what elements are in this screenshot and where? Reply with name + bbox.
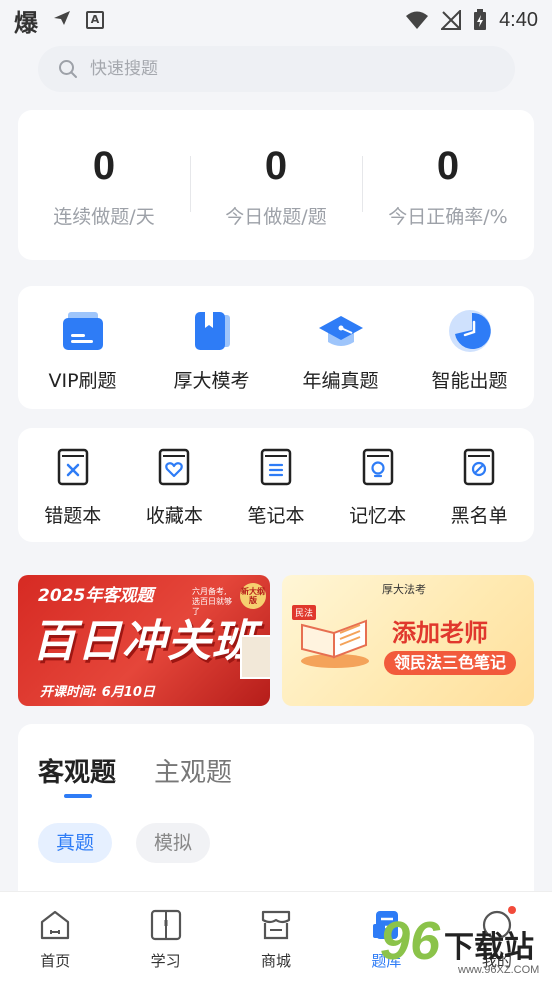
wifi-icon — [406, 11, 429, 29]
tool-label: 错题本 — [44, 505, 102, 527]
feature-smart-questions[interactable]: 智能出题 — [405, 286, 534, 409]
bottom-nav: 首页 学习 商城 题库 我的 — [0, 891, 552, 983]
banner-tagline: 六月备考, 选百日就够了 — [192, 587, 232, 616]
send-icon — [52, 9, 72, 32]
feature-label: 智能出题 — [431, 370, 508, 392]
features-card: VIP刷题 厚大模考 年编真题 智能出题 — [18, 286, 534, 409]
font-notification-icon: A — [86, 11, 104, 29]
banner-brand: 厚大法考 — [382, 583, 426, 596]
battery-charging-icon — [474, 9, 487, 30]
tools-card: 错题本 收藏本 笔记本 记忆本 黑名单 — [18, 428, 534, 542]
banner-title: 添加老师 — [392, 619, 488, 647]
feature-label: 厚大模考 — [173, 370, 250, 392]
stat-streak-days: 0 连续做题/天 — [18, 142, 190, 229]
search-bar[interactable] — [38, 46, 515, 92]
tool-label: 笔记本 — [247, 505, 305, 527]
question-type-tabs: 客观题 主观题 — [38, 752, 232, 789]
book-image — [240, 635, 270, 679]
nav-study[interactable]: 学习 — [110, 892, 220, 983]
question-bank-icon — [373, 911, 399, 939]
tab-objective[interactable]: 客观题 — [38, 752, 116, 789]
stat-value: 0 — [436, 143, 460, 188]
notification-dot — [507, 906, 516, 914]
filter-real-exam[interactable]: 真题 — [38, 823, 113, 863]
search-input[interactable] — [90, 59, 470, 79]
banner-badge: 民法 — [292, 605, 317, 620]
tab-indicator — [64, 794, 92, 798]
block-book-icon — [463, 448, 495, 486]
search-icon — [59, 60, 77, 78]
feature-vip-practice[interactable]: VIP刷题 — [18, 286, 147, 409]
nav-label: 首页 — [40, 952, 71, 970]
tab-subjective[interactable]: 主观题 — [154, 752, 232, 789]
nav-profile[interactable]: 我的 — [442, 892, 552, 983]
tool-label: 记忆本 — [349, 505, 407, 527]
pie-chart-icon — [448, 310, 491, 352]
tool-notes[interactable]: 笔记本 — [225, 428, 327, 542]
clock: 4:40 — [499, 8, 538, 31]
status-bar: 爆 A 4:40 — [0, 0, 552, 40]
filter-simulation[interactable]: 模拟 — [136, 823, 211, 863]
nav-question-bank[interactable]: 题库 — [331, 892, 441, 983]
nav-shop[interactable]: 商城 — [221, 892, 331, 983]
bookmark-book-icon — [194, 312, 230, 350]
stat-label: 连续做题/天 — [53, 205, 155, 228]
nav-home[interactable]: 首页 — [0, 892, 110, 983]
stat-value: 0 — [92, 143, 116, 188]
banner-year: 2025年客观题 — [38, 586, 154, 606]
feature-mock-exam[interactable]: 厚大模考 — [147, 286, 276, 409]
vip-card-icon — [62, 312, 103, 350]
tool-wrong-questions[interactable]: 错题本 — [22, 428, 124, 542]
stat-accuracy: 0 今日正确率/% — [362, 142, 534, 229]
stat-label: 今日正确率/% — [388, 205, 508, 228]
banner-hundred-day-course[interactable]: 2025年客观题 百日冲关班 开课时间: 6月10日 六月备考, 选百日就够了 … — [18, 575, 270, 706]
home-icon — [41, 910, 70, 940]
graduation-cap-icon — [318, 316, 363, 346]
stat-label: 今日做题/题 — [225, 205, 327, 228]
no-signal-icon — [441, 10, 462, 30]
shop-icon — [261, 910, 291, 940]
nav-label: 商城 — [261, 952, 292, 970]
banner-add-teacher[interactable]: 民法 厚大法考 添加老师 领民法三色笔记 — [282, 575, 534, 706]
banner-date: 开课时间: 6月10日 — [40, 685, 155, 700]
nav-label: 我的 — [481, 952, 512, 970]
nav-label: 学习 — [150, 952, 181, 970]
tool-label: 黑名单 — [450, 505, 508, 527]
tool-blacklist[interactable]: 黑名单 — [428, 428, 530, 542]
tool-label: 收藏本 — [145, 505, 203, 527]
stat-today-count: 0 今日做题/题 — [190, 142, 362, 229]
bulb-book-icon — [362, 448, 393, 486]
tool-favorites[interactable]: 收藏本 — [124, 428, 226, 542]
stat-value: 0 — [264, 143, 288, 188]
heart-book-icon — [159, 448, 190, 486]
feature-label: 年编真题 — [302, 370, 379, 392]
feature-yearly-exams[interactable]: 年编真题 — [276, 286, 405, 409]
banner-subtitle: 领民法三色笔记 — [384, 651, 517, 675]
wrong-book-icon — [57, 448, 89, 486]
book-icon — [150, 909, 181, 941]
nav-label: 题库 — [371, 952, 402, 970]
tool-memory[interactable]: 记忆本 — [327, 428, 429, 542]
question-filters: 真题 模拟 — [38, 823, 211, 863]
stats-card: 0 连续做题/天 0 今日做题/题 0 今日正确率/% — [18, 110, 534, 260]
banner-stamp: 新大纲版 — [240, 583, 266, 609]
app-notification-icon: 爆 — [14, 8, 38, 37]
feature-label: VIP刷题 — [48, 370, 117, 392]
note-book-icon — [260, 448, 292, 486]
